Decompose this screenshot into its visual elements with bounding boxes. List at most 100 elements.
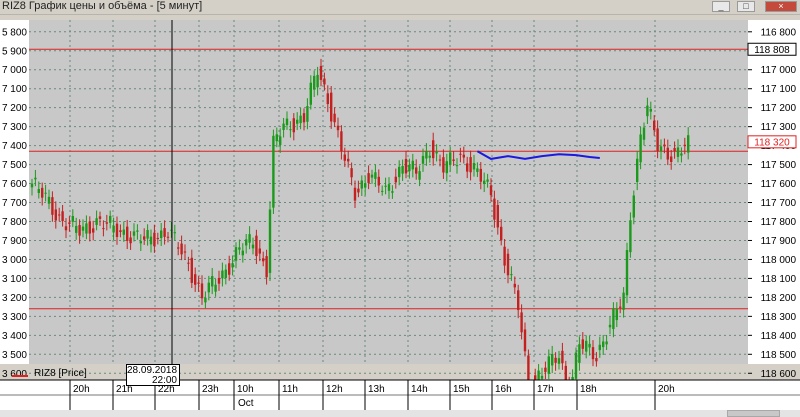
candle-body <box>364 183 367 188</box>
candle-body <box>88 221 91 234</box>
candle-body <box>622 292 625 310</box>
candle-body <box>442 157 445 173</box>
y-tick-right: 117 000 <box>761 65 797 76</box>
candle-body <box>666 147 669 160</box>
candle-body <box>435 151 438 154</box>
candle-body <box>476 168 479 172</box>
candle-body <box>330 92 333 122</box>
x-tick-label: 16h <box>495 384 512 395</box>
candle-body <box>238 247 241 250</box>
y-tick-left: 3 300 <box>2 312 27 323</box>
candle-body <box>432 140 435 159</box>
candle-body <box>180 243 183 255</box>
candle-body <box>585 340 588 352</box>
candle-body <box>64 226 68 231</box>
candle-body <box>438 159 442 161</box>
x-tick-label: 17h <box>537 384 554 395</box>
crosshair-datetime: 28.09.2018 22:00 <box>126 364 180 386</box>
y-tick-right: 117 600 <box>761 179 797 190</box>
candle-body <box>595 358 598 362</box>
candle-body <box>574 352 578 379</box>
y-tick-left: 7 400 <box>2 141 27 152</box>
x-tick-label: 15h <box>453 384 470 395</box>
candle-body <box>483 180 486 185</box>
candle-body <box>394 176 397 183</box>
candle-body <box>513 283 516 288</box>
candle-body <box>605 341 608 345</box>
y-tick-left: 7 600 <box>2 179 27 190</box>
y-tick-left: 5 900 <box>2 46 27 57</box>
candle-body <box>299 115 302 124</box>
minimize-button[interactable]: _ <box>712 1 730 12</box>
horizontal-scrollbar[interactable] <box>0 410 800 417</box>
candle-body <box>472 162 476 170</box>
candle-body <box>296 119 299 124</box>
candle-body <box>534 375 537 380</box>
candle-body <box>653 120 656 131</box>
candle-body <box>316 74 319 88</box>
candle-body <box>92 228 95 233</box>
candle-body <box>506 253 510 276</box>
candle-body <box>156 237 159 239</box>
candle-body <box>217 277 221 284</box>
candle-body <box>421 155 425 164</box>
y-tick-right: 117 900 <box>761 236 797 247</box>
candle-body <box>632 195 635 218</box>
candle-body <box>132 231 136 236</box>
candle-body <box>177 247 180 249</box>
candle-body <box>262 258 265 262</box>
candle-body <box>313 75 316 90</box>
x-tick-label: 12h <box>326 384 343 395</box>
y-tick-left: 7 500 <box>2 160 27 171</box>
y-tick-right: 118 300 <box>761 312 797 323</box>
candle-body <box>659 146 663 152</box>
candle-body <box>78 225 81 236</box>
candle-body <box>115 223 119 237</box>
y-tick-right: 117 500 <box>761 160 797 171</box>
candle-body <box>602 341 605 348</box>
candle-body <box>71 215 74 222</box>
candle-body <box>459 153 462 155</box>
candle-body <box>119 230 122 233</box>
candle-body <box>598 344 601 351</box>
candle-body <box>680 153 683 156</box>
candle-body <box>183 251 187 253</box>
candle-body <box>615 309 618 321</box>
candle-body <box>197 282 200 284</box>
candle-body <box>479 168 482 182</box>
candle-body <box>275 134 278 142</box>
candle-body <box>44 192 47 194</box>
candle-body <box>102 228 105 230</box>
y-tick-right: 118 100 <box>761 274 797 285</box>
y-tick-right: 117 700 <box>761 198 797 209</box>
y-tick-right: 117 300 <box>761 122 797 133</box>
candle-body <box>377 176 380 186</box>
candle-body <box>357 188 360 193</box>
y-axis-left: 3 9003 8003 7003 6003 5003 4003 3003 200… <box>2 27 27 417</box>
candle-body <box>160 230 163 239</box>
candle-body <box>112 225 115 233</box>
candle-body <box>323 78 326 85</box>
candle-body <box>51 197 54 215</box>
y-tick-left: 3 400 <box>2 331 27 342</box>
candle-body <box>149 236 153 245</box>
candle-body <box>336 125 340 131</box>
candle-body <box>500 226 503 241</box>
candle-body <box>591 347 595 360</box>
candle-body <box>122 229 125 235</box>
close-button[interactable]: × <box>765 1 797 12</box>
scrollbar-thumb[interactable] <box>727 410 780 417</box>
candle-body <box>360 180 363 189</box>
maximize-button[interactable]: □ <box>737 1 755 12</box>
candle-body <box>340 131 343 152</box>
candle-body <box>466 163 469 172</box>
candle-body <box>258 248 261 254</box>
candle-body <box>381 190 384 192</box>
candle-body <box>350 168 353 178</box>
candle-body <box>41 187 44 198</box>
candle-body <box>85 223 88 234</box>
x-tick-label: 20h <box>658 384 675 395</box>
candle-body <box>353 187 357 201</box>
candle-body <box>163 228 166 237</box>
candle-body <box>608 324 612 328</box>
